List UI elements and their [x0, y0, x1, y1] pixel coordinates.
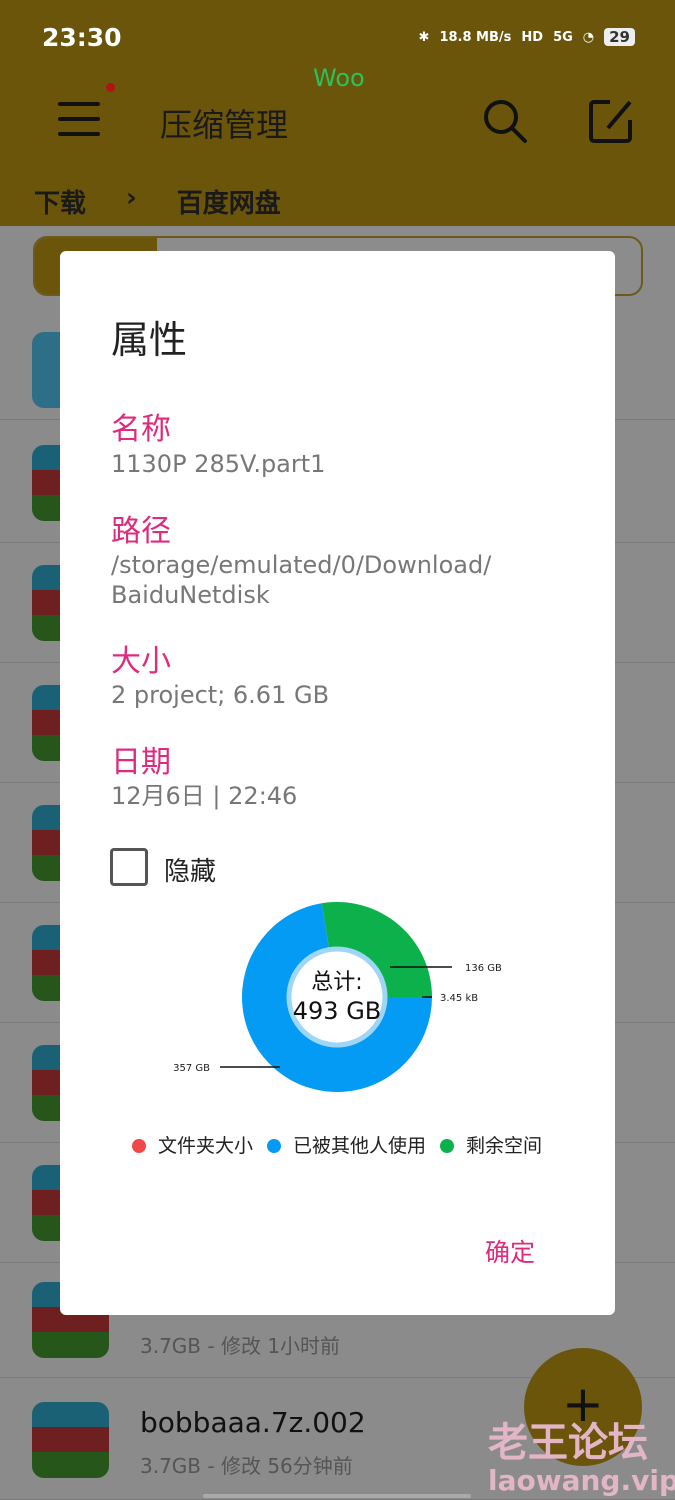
name-label: 名称	[111, 412, 171, 447]
size-label: 大小	[111, 644, 171, 679]
breadcrumb-item[interactable]: 下载	[34, 183, 86, 220]
center-label: 总计:	[311, 970, 362, 995]
file-meta: 3.7GB - 修改 56分钟前	[140, 1454, 353, 1478]
breadcrumb: 下载 › 百度网盘	[34, 183, 281, 220]
search-icon[interactable]	[482, 98, 528, 144]
properties-dialog: 属性 名称 1130P 285V.part1 路径 /storage/emula…	[60, 251, 615, 1315]
legend-item: 文件夹大小	[132, 1131, 253, 1158]
path-value: /storage/emulated/0/Download/ BaiduNetdi…	[111, 551, 492, 609]
page-title: 压缩管理	[160, 106, 289, 144]
clock: 23:30	[42, 22, 122, 52]
legend-item: 剩余空间	[440, 1131, 542, 1158]
app-bar: 23:30 ✱ 18.8 MB/s HD 5G ◔ 29 Woo 压缩管理 下载…	[0, 0, 675, 226]
chevron-right-icon: ›	[126, 183, 137, 213]
zip-icon	[32, 1402, 109, 1478]
hd-icon: HD	[521, 29, 544, 45]
center-value: 493 GB	[293, 997, 382, 1025]
slice-label: 357 GB	[173, 1063, 210, 1074]
slice-label: 3.45 kB	[440, 993, 478, 1004]
breadcrumb-item[interactable]: 百度网盘	[177, 183, 281, 220]
signal-icon: 5G	[553, 29, 573, 45]
battery-icon: 29	[604, 28, 635, 46]
wifi-icon: ◔	[582, 29, 595, 45]
network-speed: 18.8 MB/s	[439, 29, 512, 45]
notification-dot	[106, 83, 115, 92]
dialog-title: 属性	[111, 318, 188, 362]
legend-item: 已被其他人使用	[267, 1131, 426, 1158]
storage-donut-chart: 总计: 493 GB 136 GB 3.45 kB 357 GB	[173, 902, 502, 1092]
file-name: bobbaaa.7z.002	[140, 1406, 366, 1439]
file-meta: 3.7GB - 修改 1小时前	[140, 1334, 341, 1358]
chart-legend: 文件夹大小 已被其他人使用 剩余空间	[132, 1131, 542, 1158]
menu-icon[interactable]	[58, 102, 100, 138]
date-value: 12月6日 | 22:46	[111, 782, 298, 810]
overlay-text: Woo	[313, 64, 365, 92]
date-label: 日期	[111, 745, 171, 780]
status-bar: 23:30 ✱ 18.8 MB/s HD 5G ◔ 29	[42, 20, 635, 54]
watermark: 老王论坛 laowang.vip	[488, 1420, 675, 1497]
name-value: 1130P 285V.part1	[111, 450, 326, 478]
ok-button[interactable]: 确定	[485, 1233, 535, 1269]
edit-icon[interactable]	[588, 98, 634, 144]
size-value: 2 project; 6.61 GB	[111, 681, 330, 709]
slice-label: 136 GB	[465, 963, 502, 974]
path-label: 路径	[111, 514, 171, 549]
home-indicator[interactable]	[203, 1494, 471, 1498]
bluetooth-icon: ✱	[418, 29, 430, 45]
